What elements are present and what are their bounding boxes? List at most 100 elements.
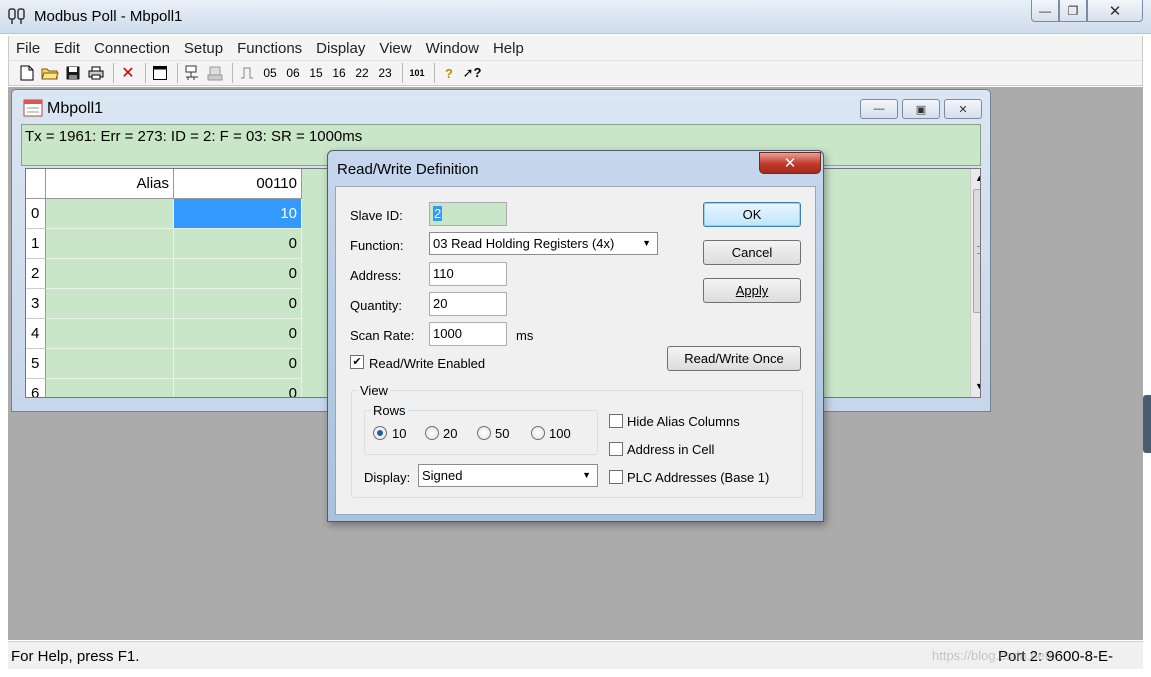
menu-functions[interactable]: Functions bbox=[230, 40, 309, 57]
delete-icon[interactable]: ✕ bbox=[118, 63, 138, 83]
menu-connection[interactable]: Connection bbox=[87, 40, 177, 57]
alias-cell[interactable] bbox=[46, 379, 174, 397]
open-folder-icon[interactable] bbox=[40, 63, 60, 83]
code-101-button[interactable]: 101 bbox=[407, 63, 427, 83]
menu-file[interactable]: File bbox=[9, 40, 47, 57]
grid-body: 0 10 1 0 2 0 3 0 4 0 5 0 6 0 bbox=[26, 199, 302, 397]
child-close-button[interactable]: ✕ bbox=[944, 99, 982, 119]
toolbar-separator bbox=[145, 63, 146, 83]
context-help-icon[interactable]: ➚? bbox=[462, 63, 482, 83]
row-header[interactable]: 5 bbox=[26, 349, 46, 379]
function-select[interactable]: 03 Read Holding Registers (4x) ▼ bbox=[429, 232, 658, 255]
print-icon[interactable] bbox=[86, 63, 106, 83]
apply-button[interactable]: Apply bbox=[703, 278, 801, 303]
maximize-button[interactable]: ❐ bbox=[1059, 0, 1087, 22]
quantity-label: Quantity: bbox=[350, 298, 403, 313]
grid-corner[interactable] bbox=[26, 169, 46, 199]
function-16-button[interactable]: 16 bbox=[329, 63, 349, 83]
slave-id-value: 2 bbox=[433, 206, 443, 221]
value-cell[interactable]: 0 bbox=[174, 349, 302, 379]
row-header[interactable]: 4 bbox=[26, 319, 46, 349]
function-23-button[interactable]: 23 bbox=[375, 63, 395, 83]
alias-cell[interactable] bbox=[46, 199, 174, 229]
row-header[interactable]: 0 bbox=[26, 199, 46, 229]
address-in-cell-checkbox[interactable] bbox=[609, 442, 623, 456]
rows-100-radio[interactable] bbox=[531, 426, 545, 440]
scan-rate-input[interactable]: 1000 bbox=[429, 322, 507, 346]
scan-rate-unit: ms bbox=[516, 328, 534, 343]
function-06-button[interactable]: 06 bbox=[283, 63, 303, 83]
function-15-button[interactable]: 15 bbox=[306, 63, 326, 83]
dialog-close-button[interactable]: ✕ bbox=[759, 152, 821, 174]
quantity-input[interactable]: 20 bbox=[429, 292, 507, 316]
row-header[interactable]: 6 bbox=[26, 379, 46, 397]
connect-icon[interactable] bbox=[182, 63, 202, 83]
help-icon[interactable]: ? bbox=[439, 63, 459, 83]
document-icon bbox=[23, 99, 43, 117]
child-maximize-button[interactable]: ▣ bbox=[902, 99, 940, 119]
save-icon[interactable] bbox=[63, 63, 83, 83]
value-cell[interactable]: 0 bbox=[174, 259, 302, 289]
function-05-button[interactable]: 05 bbox=[260, 63, 280, 83]
value-cell[interactable]: 0 bbox=[174, 379, 302, 397]
menu-view[interactable]: View bbox=[372, 40, 418, 57]
cancel-button[interactable]: Cancel bbox=[703, 240, 801, 265]
ok-button[interactable]: OK bbox=[703, 202, 801, 227]
app-title: Modbus Poll - Mbpoll1 bbox=[34, 8, 183, 25]
alias-cell[interactable] bbox=[46, 349, 174, 379]
grid-header: Alias 00110 bbox=[26, 169, 302, 199]
menu-help[interactable]: Help bbox=[486, 40, 531, 57]
quantity-value: 20 bbox=[433, 296, 448, 311]
new-file-icon[interactable] bbox=[17, 63, 37, 83]
window-icon[interactable] bbox=[150, 63, 170, 83]
child-window-controls: — ▣ ✕ bbox=[860, 99, 982, 119]
rows-10-radio[interactable] bbox=[373, 426, 387, 440]
checkmark-icon: ✔ bbox=[352, 355, 362, 368]
menu-display[interactable]: Display bbox=[309, 40, 372, 57]
value-cell[interactable]: 10 bbox=[174, 199, 302, 229]
rows-50-radio[interactable] bbox=[477, 426, 491, 440]
read-write-once-button[interactable]: Read/Write Once bbox=[667, 346, 801, 371]
minimize-button[interactable]: — bbox=[1031, 0, 1059, 22]
scroll-thumb[interactable] bbox=[973, 189, 980, 313]
scroll-down-arrow-icon[interactable]: ▼ bbox=[975, 381, 980, 391]
toolbar-separator bbox=[402, 63, 403, 83]
help-hint: For Help, press F1. bbox=[11, 648, 140, 665]
row-header[interactable]: 2 bbox=[26, 259, 46, 289]
hide-alias-columns-checkbox[interactable] bbox=[609, 414, 623, 428]
toolbar: ✕ 05 06 15 16 22 23 101 ? ➚? bbox=[8, 60, 1143, 86]
row-header[interactable]: 1 bbox=[26, 229, 46, 259]
close-button[interactable]: ✕ bbox=[1087, 0, 1143, 22]
alias-cell[interactable] bbox=[46, 229, 174, 259]
menu-window[interactable]: Window bbox=[419, 40, 486, 57]
alias-cell[interactable] bbox=[46, 259, 174, 289]
dialog-title: Read/Write Definition bbox=[337, 161, 479, 178]
alias-cell[interactable] bbox=[46, 319, 174, 349]
plc-addresses-checkbox[interactable] bbox=[609, 470, 623, 484]
slave-id-input[interactable]: 2 bbox=[429, 202, 507, 226]
rows-20-radio[interactable] bbox=[425, 426, 439, 440]
maximize-icon: ▣ bbox=[915, 103, 927, 116]
alias-cell[interactable] bbox=[46, 289, 174, 319]
pulse-icon[interactable] bbox=[237, 63, 257, 83]
read-write-enabled-checkbox[interactable]: ✔ bbox=[350, 355, 364, 369]
plc-addresses-label: PLC Addresses (Base 1) bbox=[627, 470, 770, 485]
value-cell[interactable]: 0 bbox=[174, 289, 302, 319]
display-value: Signed bbox=[422, 468, 463, 483]
dialog-body: Slave ID: 2 Function: 03 Read Holding Re… bbox=[335, 186, 816, 515]
column-header-alias[interactable]: Alias bbox=[46, 169, 174, 199]
scroll-up-arrow-icon[interactable]: ▲ bbox=[975, 173, 980, 183]
function-22-button[interactable]: 22 bbox=[352, 63, 372, 83]
poll-status-text: Tx = 1961: Err = 273: ID = 2: F = 03: SR… bbox=[25, 128, 363, 145]
value-cell[interactable]: 0 bbox=[174, 319, 302, 349]
grid-vertical-scrollbar[interactable]: ▲ ▼ bbox=[970, 169, 980, 397]
display-select[interactable]: Signed ▼ bbox=[418, 464, 598, 487]
column-header-address[interactable]: 00110 bbox=[174, 169, 302, 199]
row-header[interactable]: 3 bbox=[26, 289, 46, 319]
child-minimize-button[interactable]: — bbox=[860, 99, 898, 119]
disconnect-icon[interactable] bbox=[205, 63, 225, 83]
address-input[interactable]: 110 bbox=[429, 262, 507, 286]
menu-edit[interactable]: Edit bbox=[47, 40, 87, 57]
value-cell[interactable]: 0 bbox=[174, 229, 302, 259]
menu-setup[interactable]: Setup bbox=[177, 40, 230, 57]
